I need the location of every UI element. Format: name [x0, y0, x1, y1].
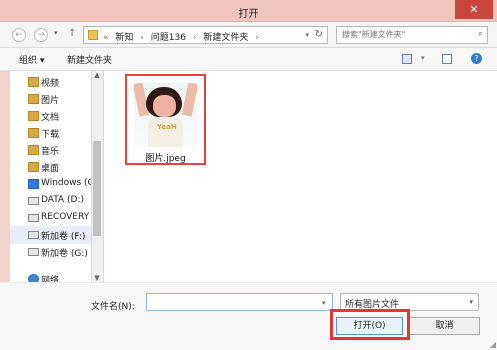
file-item[interactable]: YeaH 图片.jpeg: [125, 74, 206, 165]
sidebar-item-label: RECOVERY (: [41, 212, 96, 222]
view-options-icon[interactable]: [402, 54, 412, 64]
forward-button[interactable]: →: [34, 28, 48, 42]
sidebar-item-label: 网络: [41, 276, 60, 282]
chevron-down-icon[interactable]: ▾: [469, 298, 473, 306]
folder-icon: [88, 30, 98, 40]
breadcrumb-separator[interactable]: ›: [193, 33, 197, 43]
drive-icon: [28, 197, 39, 205]
file-name: 图片.jpeg: [145, 154, 186, 164]
address-bar[interactable]: « 新知 › 问题136 › 新建文件夹 › ▾ ↻: [83, 26, 328, 44]
breadcrumb-separator[interactable]: ›: [140, 33, 144, 43]
address-dropdown[interactable]: ▾: [305, 31, 309, 39]
sidebar-item-label: 桌面: [41, 164, 60, 174]
breadcrumb-item[interactable]: 新建文件夹: [203, 33, 248, 43]
open-button[interactable]: 打开(O): [336, 317, 403, 335]
folder-icon: [28, 111, 39, 121]
back-button[interactable]: ←: [12, 28, 26, 42]
search-box[interactable]: ⌕: [336, 26, 488, 44]
window-title: 打开: [238, 9, 259, 20]
filename-dropdown-icon[interactable]: ▾: [322, 299, 326, 307]
resize-grip-icon[interactable]: ◢: [490, 340, 496, 349]
toolbar: 组织 ▾ 新建文件夹 ▾ ?: [0, 48, 497, 71]
sidebar-item-windows-drive[interactable]: Windows (C: [10, 175, 94, 193]
folder-icon: [28, 77, 39, 87]
desktop-icon: [28, 162, 39, 172]
image-thumbnail: YeaH: [134, 83, 197, 147]
file-type-select[interactable]: 所有图片文件 ▾: [340, 293, 479, 311]
sidebar-item-label: DATA (D:): [41, 195, 85, 205]
scroll-down-icon[interactable]: ▼: [93, 274, 101, 282]
new-folder-button[interactable]: 新建文件夹: [67, 53, 112, 66]
sidebar-item-desktop[interactable]: 桌面: [10, 158, 92, 176]
sidebar-item-label: 下载: [41, 130, 60, 140]
scroll-thumb[interactable]: [93, 141, 101, 236]
breadcrumb: « 新知 › 问题136 › 新建文件夹 ›: [103, 30, 263, 43]
preview-pane-icon[interactable]: [442, 54, 452, 64]
history-dropdown[interactable]: ▾: [54, 29, 58, 37]
title-bar: 打开 ✕: [0, 0, 497, 22]
scroll-up-icon[interactable]: ▲: [93, 71, 101, 79]
filename-input[interactable]: [146, 293, 333, 311]
breadcrumb-item[interactable]: 新知: [115, 33, 133, 43]
drive-icon: [28, 231, 39, 239]
windows-drive-icon: [28, 179, 39, 189]
navigation-pane[interactable]: 视频 图片 文档 下载 音乐 桌面 Windows (C DATA (D:) R…: [10, 71, 103, 282]
sidebar-item-f-drive[interactable]: 新加卷 (F:): [10, 226, 92, 244]
up-button[interactable]: ↑: [68, 28, 76, 39]
breadcrumb-item[interactable]: 问题136: [151, 33, 186, 43]
thumbnail-face: [153, 95, 176, 117]
help-icon[interactable]: ?: [471, 53, 482, 64]
sidebar-item-label: 文档: [41, 113, 60, 123]
download-icon: [28, 128, 39, 138]
sidebar-scrollbar[interactable]: ▲ ▼: [91, 71, 102, 282]
search-input[interactable]: [342, 30, 467, 39]
sidebar-item-videos[interactable]: 视频: [10, 73, 92, 91]
sidebar-item-recovery-drive[interactable]: RECOVERY (: [10, 209, 96, 227]
breadcrumb-separator[interactable]: ›: [255, 33, 259, 43]
sidebar-item-label: 新加卷 (F:): [41, 232, 86, 242]
folder-icon: [28, 94, 39, 104]
sidebar-item-label: 图片: [41, 96, 60, 106]
sidebar-item-data-drive[interactable]: DATA (D:): [10, 192, 92, 210]
sidebar-item-label: 视频: [41, 79, 60, 89]
file-open-footer: 文件名(N): ▾ 所有图片文件 ▾ 打开(O) 取消 ◢: [0, 282, 497, 350]
sidebar-item-pictures[interactable]: 图片: [10, 90, 92, 108]
sidebar-item-downloads[interactable]: 下载: [10, 124, 92, 142]
refresh-icon[interactable]: ↻: [315, 29, 323, 40]
file-list: YeaH 图片.jpeg: [104, 71, 497, 282]
thumbnail-arm-right: [181, 83, 197, 117]
breadcrumb-overflow[interactable]: «: [103, 33, 109, 43]
sidebar-item-network[interactable]: 网络: [10, 270, 92, 282]
search-icon[interactable]: ⌕: [478, 29, 483, 39]
drive-icon: [28, 248, 39, 256]
filename-label: 文件名(N):: [91, 302, 135, 312]
view-dropdown[interactable]: ▾: [421, 54, 425, 62]
thumbnail-shirt: YeaH: [148, 117, 183, 147]
music-icon: [28, 145, 39, 155]
cancel-button[interactable]: 取消: [409, 317, 480, 335]
sidebar-item-g-drive[interactable]: 新加卷 (G:): [10, 243, 92, 261]
drive-icon: [28, 214, 39, 222]
sidebar-item-label: 音乐: [41, 147, 60, 157]
sidebar-item-music[interactable]: 音乐: [10, 141, 92, 159]
organize-button[interactable]: 组织 ▾: [19, 53, 44, 66]
file-type-value: 所有图片文件: [345, 300, 400, 310]
close-button[interactable]: ✕: [455, 0, 493, 19]
thumbnail-shirt-text: YeaH: [157, 123, 177, 131]
address-bar-area: ← → ▾ ↑ « 新知 › 问题136 › 新建文件夹 › ▾ ↻ ⌕: [0, 22, 497, 48]
sidebar-item-label: Windows (C: [41, 178, 94, 188]
sidebar-item-label: 新加卷 (G:): [41, 249, 88, 259]
sidebar-item-documents[interactable]: 文档: [10, 107, 92, 125]
network-icon: [28, 274, 39, 282]
